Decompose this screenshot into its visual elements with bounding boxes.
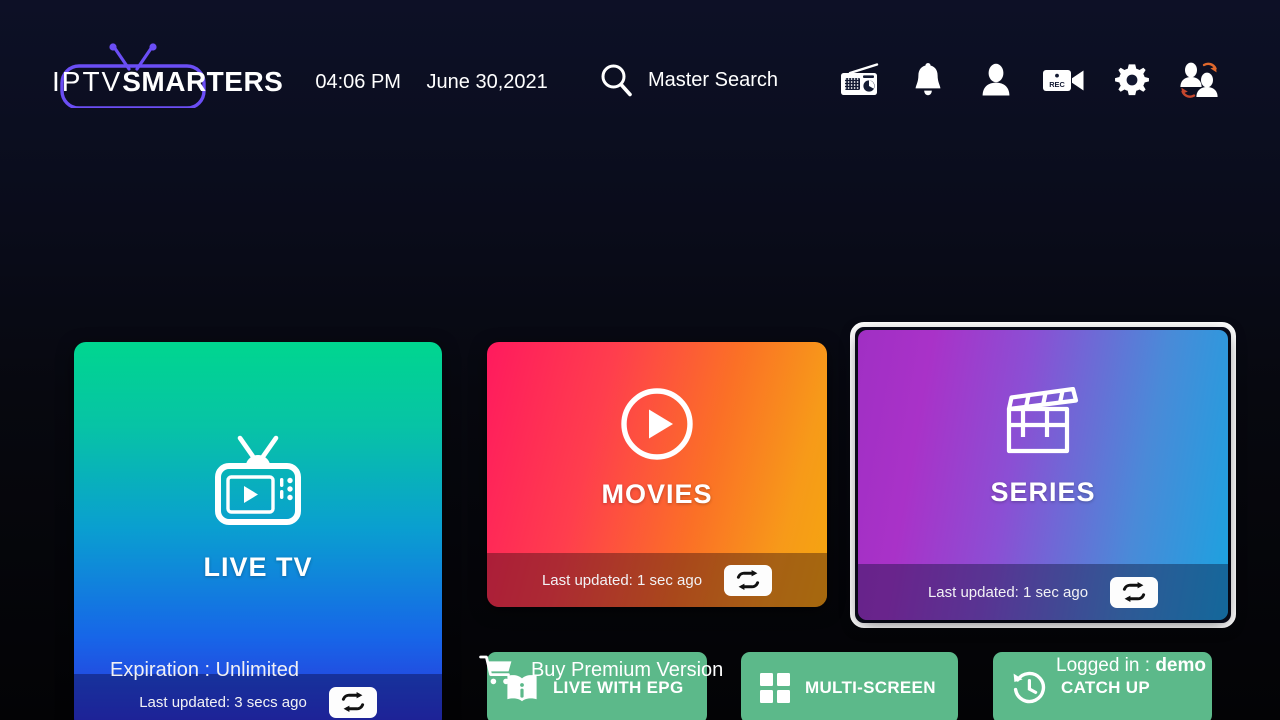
- app-header: IPTVSMARTERS 04:06 PM June 30,2021 Maste…: [0, 0, 1280, 150]
- card-movies[interactable]: MOVIES Last updated: 1 sec ago: [487, 342, 827, 607]
- logged-in-user: demo: [1155, 655, 1206, 676]
- rec-camera-icon: REC: [1043, 70, 1084, 91]
- card-series[interactable]: SERIES Last updated: 1 sec ago: [858, 330, 1228, 620]
- cart-icon: [479, 655, 512, 685]
- header-time: 04:06 PM: [315, 70, 401, 93]
- switch-user-icon: [1180, 62, 1218, 98]
- card-movies-footer: Last updated: 1 sec ago: [487, 553, 827, 607]
- gear-icon: [1115, 64, 1149, 96]
- logged-in-status: Logged in : demo: [1056, 655, 1206, 677]
- notifications-button[interactable]: [894, 56, 962, 104]
- clapperboard-icon: [1006, 386, 1079, 453]
- card-series-focus-ring: SERIES Last updated: 1 sec ago: [850, 322, 1236, 628]
- card-series-title: SERIES: [990, 476, 1096, 507]
- svg-text:REC: REC: [1049, 80, 1065, 89]
- expiration-label: Expiration : Unlimited: [110, 658, 299, 681]
- switch-user-button[interactable]: [1166, 56, 1234, 104]
- status-bar: Expiration : Unlimited Buy Premium Versi…: [0, 620, 1280, 720]
- card-live-tv-title: LIVE TV: [203, 551, 313, 582]
- refresh-loop-icon: [736, 570, 760, 590]
- brand-text-smarters: SMARTERS: [122, 66, 284, 97]
- settings-button[interactable]: [1098, 56, 1166, 104]
- refresh-loop-icon: [1122, 582, 1146, 602]
- header-date: June 30,2021: [426, 70, 548, 93]
- buy-premium-button[interactable]: Buy Premium Version: [479, 654, 723, 686]
- card-movies-title: MOVIES: [601, 479, 713, 509]
- card-series-footer: Last updated: 1 sec ago: [858, 564, 1228, 620]
- main-content: LIVE TV Last updated: 3 secs ago MOVIES: [0, 150, 1280, 720]
- search-icon: [601, 64, 632, 97]
- card-series-refresh-button[interactable]: [1110, 576, 1159, 608]
- play-circle-icon: [621, 388, 693, 460]
- retro-tv-icon: [215, 435, 301, 525]
- header-actions: Master Search REC: [598, 56, 1234, 104]
- radio-icon-button[interactable]: [826, 56, 894, 104]
- card-movies-updated: Last updated: 1 sec ago: [541, 571, 703, 589]
- brand-logo: IPTVSMARTERS: [52, 40, 283, 110]
- card-movies-refresh-button[interactable]: [724, 564, 773, 596]
- account-button[interactable]: [962, 56, 1030, 104]
- recording-button[interactable]: REC: [1030, 56, 1098, 104]
- person-icon: [982, 63, 1010, 96]
- bell-icon: [915, 63, 941, 96]
- master-search-button[interactable]: Master Search: [598, 62, 778, 98]
- header-datetime: 04:06 PM June 30,2021: [315, 71, 547, 94]
- brand-text: IPTVSMARTERS: [52, 66, 283, 98]
- master-search-label: Master Search: [647, 68, 778, 91]
- card-series-updated: Last updated: 1 sec ago: [927, 583, 1089, 601]
- radio-icon: [841, 63, 879, 95]
- logged-in-label: Logged in :: [1056, 655, 1156, 676]
- brand-text-iptv: IPTV: [52, 66, 123, 97]
- card-series-body: SERIES: [858, 330, 1228, 564]
- card-movies-body: MOVIES: [487, 342, 827, 553]
- buy-premium-label: Buy Premium Version: [530, 658, 724, 681]
